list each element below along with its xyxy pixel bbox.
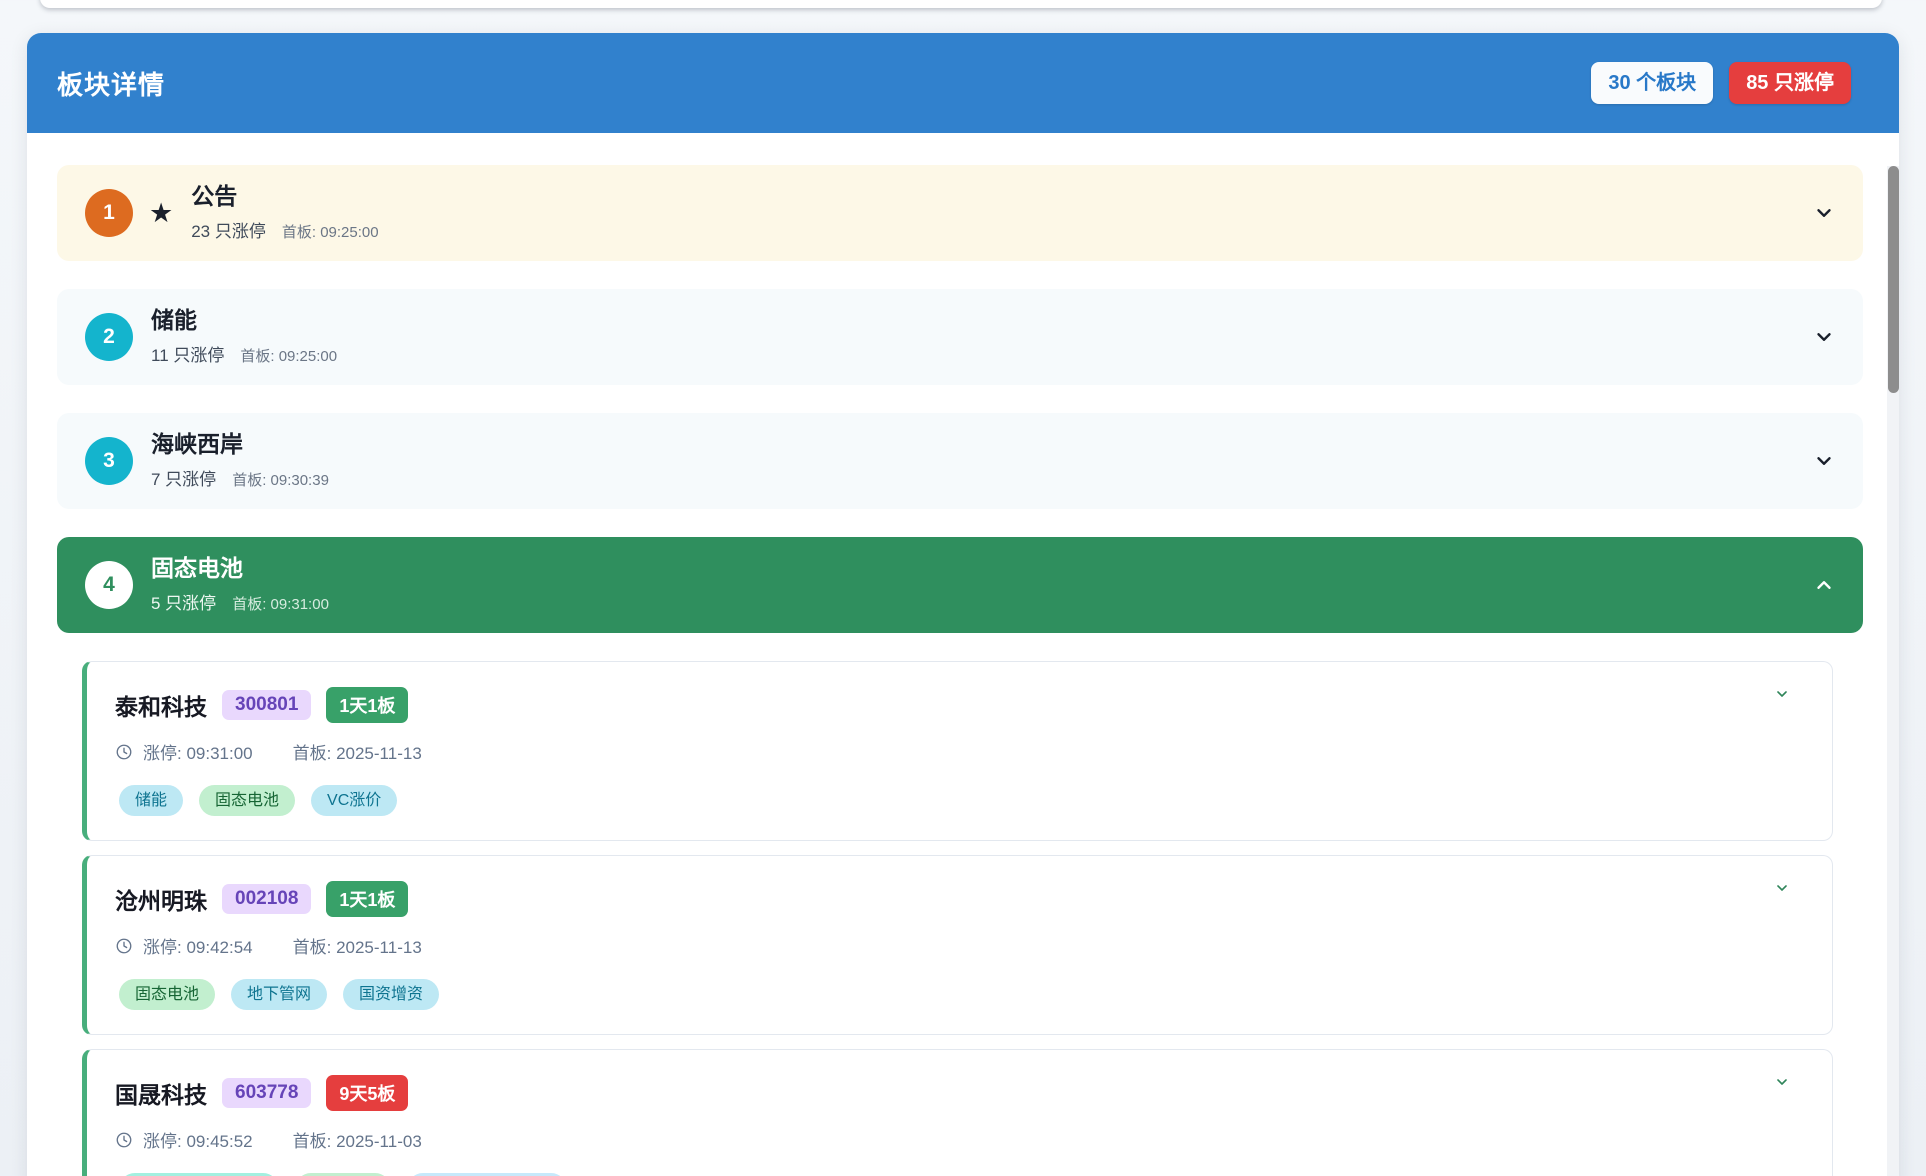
streak-badge: 9天5板	[326, 1075, 408, 1111]
streak-badge: 1天1板	[326, 687, 408, 723]
sector-row-2[interactable]: 2 储能 11 只涨停 首板: 09:25:00	[57, 289, 1863, 385]
stock-head: 沧州明珠 002108 1天1板	[115, 881, 1802, 917]
rank-badge: 1	[85, 189, 133, 237]
tag-row: 固态电池 地下管网 国资增资	[119, 979, 1802, 1010]
stock-code-badge: 300801	[222, 690, 311, 720]
concept-tag: 固态电池	[199, 785, 295, 816]
clock-icon	[115, 937, 133, 955]
stock-card-guosheng[interactable]: 国晟科技 603778 9天5板 涨停: 09:45:52 首板: 2025-1…	[82, 1049, 1833, 1176]
sector-text: 固态电池 5 只涨停 首板: 09:31:00	[151, 556, 329, 613]
rank-badge: 2	[85, 313, 133, 361]
concept-tag: 国资增资	[343, 979, 439, 1010]
sector-detail-panel: 板块详情 30 个板块 85 只涨停 1 ★ 公告 23 只涨停 首板: 09:…	[27, 33, 1899, 1176]
stock-name: 国晟科技	[115, 1076, 207, 1110]
chevron-down-icon[interactable]	[1774, 880, 1790, 901]
concept-tag: 储能	[119, 785, 183, 816]
limit-up-time: 涨停: 09:45:52	[143, 1127, 253, 1152]
stock-head: 国晟科技 603778 9天5板	[115, 1075, 1802, 1111]
streak-badge: 1天1板	[326, 881, 408, 917]
stock-card-cangzhou[interactable]: 沧州明珠 002108 1天1板 涨停: 09:42:54 首板: 2025-1…	[82, 855, 1833, 1035]
stock-code-badge: 002108	[222, 884, 311, 914]
stock-list: 泰和科技 300801 1天1板 涨停: 09:31:00 首板: 2025-1…	[82, 661, 1833, 1176]
concept-tag: 固态电池	[119, 979, 215, 1010]
chevron-down-icon	[1813, 450, 1835, 472]
panel-body: 1 ★ 公告 23 只涨停 首板: 09:25:00 2 储能 11 只涨停 首…	[27, 133, 1899, 1176]
sector-limit-up-count: 11 只涨停	[151, 341, 224, 366]
sector-text: 储能 11 只涨停 首板: 09:25:00	[151, 308, 337, 365]
stock-meta: 涨停: 09:31:00 首板: 2025-11-13	[115, 739, 1802, 764]
sector-name: 固态电池	[151, 556, 329, 581]
sector-row-1[interactable]: 1 ★ 公告 23 只涨停 首板: 09:25:00	[57, 165, 1863, 261]
sector-subtitle: 5 只涨停 首板: 09:31:00	[151, 589, 329, 614]
sector-subtitle: 11 只涨停 首板: 09:25:00	[151, 341, 337, 366]
sector-first-board-time: 首板: 09:25:00	[282, 221, 379, 242]
stock-head: 泰和科技 300801 1天1板	[115, 687, 1802, 723]
sector-subtitle: 7 只涨停 首板: 09:30:39	[151, 465, 329, 490]
tag-row: 储能 固态电池 VC涨价	[119, 785, 1802, 816]
clock-icon	[115, 743, 133, 761]
sector-name: 公告	[191, 184, 378, 209]
sector-row-3[interactable]: 3 海峡西岸 7 只涨停 首板: 09:30:39	[57, 413, 1863, 509]
sector-name: 海峡西岸	[151, 432, 329, 457]
previous-card-bottom-edge	[40, 0, 1882, 8]
stock-name: 泰和科技	[115, 688, 207, 722]
chevron-down-icon	[1813, 326, 1835, 348]
stock-code-badge: 603778	[222, 1078, 311, 1108]
sector-name: 储能	[151, 308, 337, 333]
chevron-down-icon[interactable]	[1774, 1074, 1790, 1095]
stock-meta: 涨停: 09:45:52 首板: 2025-11-03	[115, 1127, 1802, 1152]
first-board-date: 首板: 2025-11-13	[293, 933, 422, 958]
stock-meta: 涨停: 09:42:54 首板: 2025-11-13	[115, 933, 1802, 958]
limit-up-time: 涨停: 09:42:54	[143, 933, 253, 958]
sector-first-board-time: 首板: 09:31:00	[232, 593, 329, 614]
sector-text: 公告 23 只涨停 首板: 09:25:00	[191, 184, 378, 241]
sector-limit-up-count: 5 只涨停	[151, 589, 216, 614]
header-badges: 30 个板块 85 只涨停	[1591, 62, 1851, 104]
clock-icon	[115, 1131, 133, 1149]
page-title: 板块详情	[57, 65, 165, 102]
sector-row-4[interactable]: 4 固态电池 5 只涨停 首板: 09:31:00	[57, 537, 1863, 633]
sector-text: 海峡西岸 7 只涨停 首板: 09:30:39	[151, 432, 329, 489]
sector-first-board-time: 首板: 09:30:39	[232, 469, 329, 490]
star-icon: ★	[149, 200, 173, 227]
limit-up-count-badge: 85 只涨停	[1729, 62, 1851, 104]
first-board-date: 首板: 2025-11-13	[293, 739, 422, 764]
chevron-down-icon	[1813, 202, 1835, 224]
stock-card-taihe[interactable]: 泰和科技 300801 1天1板 涨停: 09:31:00 首板: 2025-1…	[82, 661, 1833, 841]
concept-tag: VC涨价	[311, 785, 397, 816]
stock-name: 沧州明珠	[115, 882, 207, 916]
first-board-date: 首板: 2025-11-03	[293, 1127, 422, 1152]
sector-first-board-time: 首板: 09:25:00	[240, 345, 337, 366]
limit-up-time: 涨停: 09:31:00	[143, 739, 253, 764]
sector-subtitle: 23 只涨停 首板: 09:25:00	[191, 217, 378, 242]
panel-header: 板块详情 30 个板块 85 只涨停	[27, 33, 1899, 133]
scrollbar-track	[1887, 166, 1899, 1176]
rank-badge: 3	[85, 437, 133, 485]
sector-count-badge: 30 个板块	[1591, 62, 1713, 104]
scrollbar-thumb[interactable]	[1888, 166, 1899, 393]
chevron-up-icon	[1813, 574, 1835, 596]
chevron-down-icon[interactable]	[1774, 686, 1790, 707]
concept-tag: 地下管网	[231, 979, 327, 1010]
sector-limit-up-count: 7 只涨停	[151, 465, 216, 490]
sector-limit-up-count: 23 只涨停	[191, 217, 266, 242]
rank-badge: 4	[85, 561, 133, 609]
